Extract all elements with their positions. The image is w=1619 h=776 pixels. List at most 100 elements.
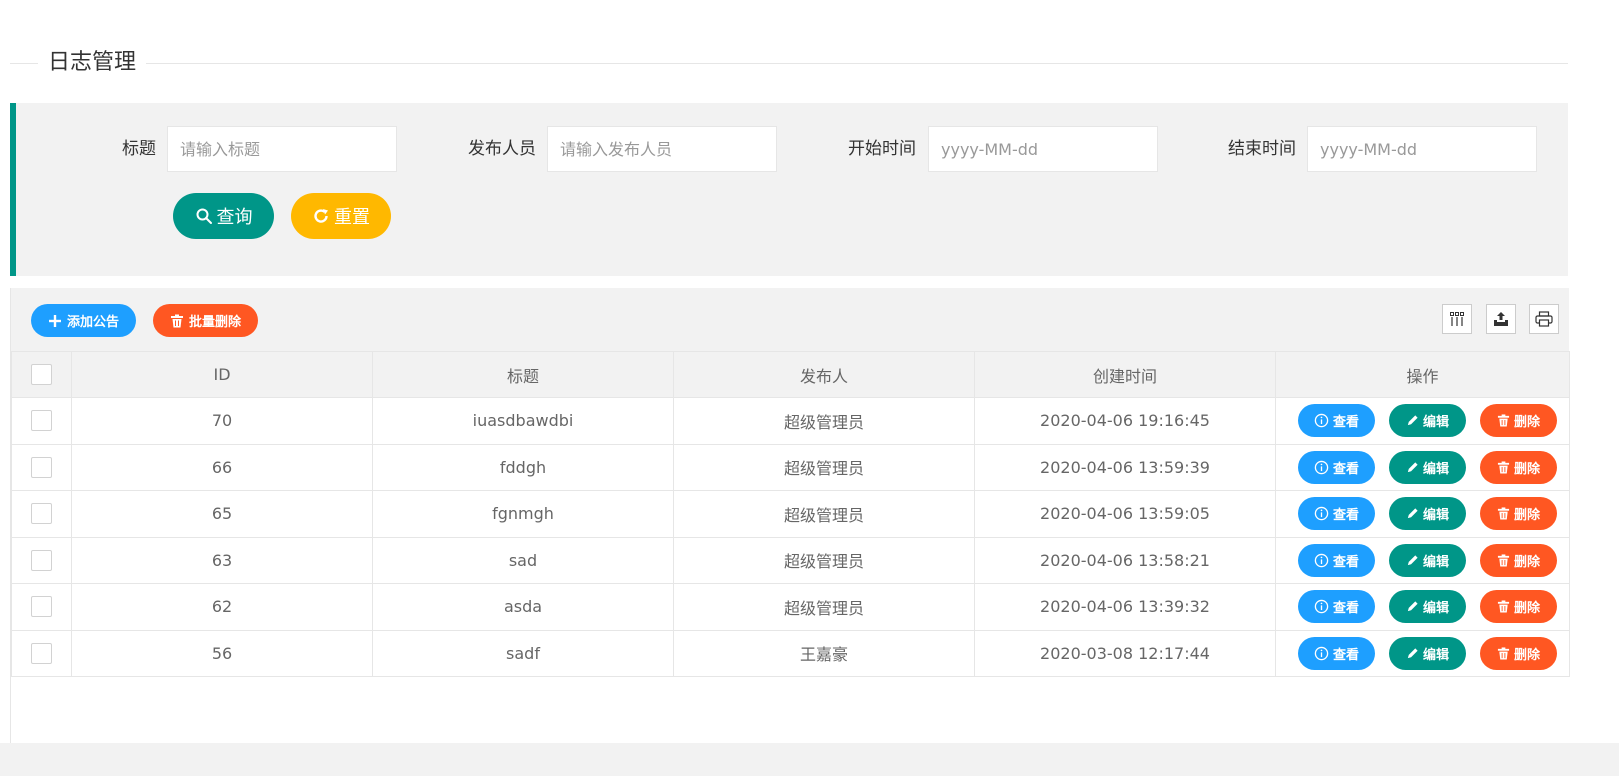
cell-publisher: 王嘉豪	[673, 629, 975, 677]
plus-icon	[48, 314, 61, 327]
end-time-input[interactable]	[1307, 126, 1537, 172]
edit-button[interactable]: 编辑	[1389, 636, 1466, 670]
table-toolbar: 添加公告 批量删除	[11, 288, 1569, 351]
batch-delete-button[interactable]: 批量删除	[153, 304, 258, 337]
view-label: 查看	[1332, 461, 1359, 477]
delete-button[interactable]: 删除	[1480, 590, 1557, 624]
delete-label: 删除	[1513, 461, 1540, 477]
edit-label: 编辑	[1422, 601, 1449, 617]
view-button[interactable]: 查看	[1298, 450, 1375, 484]
view-button[interactable]: 查看	[1298, 404, 1375, 438]
view-label: 查看	[1332, 415, 1359, 431]
trash-icon	[1497, 554, 1510, 567]
edit-label: 编辑	[1422, 647, 1449, 663]
row-select-cell	[11, 490, 72, 538]
header-publisher: 发布人	[673, 351, 975, 398]
query-button[interactable]: 查询	[173, 193, 274, 239]
row-checkbox[interactable]	[31, 410, 52, 432]
cell-created: 2020-04-06 19:16:45	[974, 397, 1276, 445]
cell-actions: 查看 编辑 删除	[1275, 583, 1570, 631]
reset-button[interactable]: 重置	[291, 193, 391, 239]
delete-button[interactable]: 删除	[1480, 404, 1557, 438]
cell-actions: 查看 编辑 删除	[1275, 397, 1570, 445]
page-title: 日志管理	[38, 44, 147, 82]
delete-button[interactable]: 删除	[1480, 636, 1557, 670]
row-select-cell	[11, 443, 72, 491]
search-form: 标题 发布人员 开始时间 结束时间 查询 重置	[10, 103, 1568, 276]
pencil-icon	[1407, 415, 1418, 426]
start-time-label: 开始时间	[848, 139, 916, 159]
delete-button[interactable]: 删除	[1480, 450, 1557, 484]
table-row: 66 fddgh 超级管理员 2020-04-06 13:59:39 查看 编辑 删除	[11, 443, 1570, 491]
trash-icon	[1497, 647, 1510, 660]
row-checkbox[interactable]	[31, 503, 52, 525]
cell-publisher: 超级管理员	[673, 443, 975, 491]
cell-id: 56	[71, 629, 373, 677]
pencil-icon	[1407, 601, 1418, 612]
view-button[interactable]: 查看	[1298, 543, 1375, 577]
refresh-icon	[314, 209, 328, 223]
cell-publisher: 超级管理员	[673, 536, 975, 584]
cell-created: 2020-04-06 13:39:32	[974, 583, 1276, 631]
cell-title: fddgh	[372, 443, 674, 491]
row-checkbox[interactable]	[31, 549, 52, 571]
view-button[interactable]: 查看	[1298, 497, 1375, 531]
batch-delete-label: 批量删除	[188, 315, 241, 330]
add-notice-button[interactable]: 添加公告	[31, 304, 136, 337]
edit-button[interactable]: 编辑	[1389, 450, 1466, 484]
trash-icon	[1497, 600, 1510, 613]
export-icon[interactable]	[1486, 304, 1516, 334]
cell-actions: 查看 编辑 删除	[1275, 490, 1570, 538]
edit-button[interactable]: 编辑	[1389, 497, 1466, 531]
publisher-label: 发布人员	[468, 139, 536, 159]
reset-button-label: 重置	[334, 207, 370, 228]
info-icon	[1314, 414, 1329, 428]
delete-label: 删除	[1513, 647, 1540, 663]
delete-label: 删除	[1513, 415, 1540, 431]
start-time-input[interactable]	[928, 126, 1158, 172]
delete-button[interactable]: 删除	[1480, 497, 1557, 531]
cell-title: fgnmgh	[372, 490, 674, 538]
select-all-checkbox[interactable]	[31, 364, 52, 385]
table-row: 70 iuasdbawdbi 超级管理员 2020-04-06 19:16:45 查看 编…	[11, 397, 1570, 445]
row-select-cell	[11, 583, 72, 631]
cell-actions: 查看 编辑 删除	[1275, 536, 1570, 584]
row-select-cell	[11, 536, 72, 584]
cell-publisher: 超级管理员	[673, 490, 975, 538]
edit-label: 编辑	[1422, 508, 1449, 524]
pencil-icon	[1407, 648, 1418, 658]
edit-button[interactable]: 编辑	[1389, 590, 1466, 624]
columns-icon[interactable]	[1442, 304, 1472, 334]
cell-actions: 查看 编辑 删除	[1275, 443, 1570, 491]
bottom-bar	[0, 743, 1619, 776]
cell-created: 2020-04-06 13:58:21	[974, 536, 1276, 584]
view-button[interactable]: 查看	[1298, 590, 1375, 624]
delete-button[interactable]: 删除	[1480, 543, 1557, 577]
cell-id: 65	[71, 490, 373, 538]
view-button[interactable]: 查看	[1298, 636, 1375, 670]
view-label: 查看	[1332, 554, 1359, 570]
print-icon[interactable]	[1529, 304, 1559, 334]
notice-table: ID 标题 发布人 创建时间 操作 70 iuasdbawdbi 超级管理员 2020…	[11, 351, 1570, 677]
edit-button[interactable]: 编辑	[1389, 543, 1466, 577]
title-input[interactable]	[167, 126, 397, 172]
table-row: 62 asda 超级管理员 2020-04-06 13:39:32 查看 编辑 删除	[11, 583, 1570, 631]
select-all-cell	[11, 351, 72, 398]
header-id: ID	[71, 351, 373, 398]
row-checkbox[interactable]	[31, 642, 52, 664]
publisher-input[interactable]	[547, 126, 777, 172]
row-select-cell	[11, 397, 72, 445]
table-row: 65 fgnmgh 超级管理员 2020-04-06 13:59:05 查看 编辑 删除	[11, 490, 1570, 538]
delete-label: 删除	[1513, 508, 1540, 524]
edit-button[interactable]: 编辑	[1389, 404, 1466, 438]
cell-id: 66	[71, 443, 373, 491]
trash-icon	[1497, 461, 1510, 474]
cell-publisher: 超级管理员	[673, 397, 975, 445]
row-checkbox[interactable]	[31, 456, 52, 478]
table-header-row: ID 标题 发布人 创建时间 操作	[11, 351, 1570, 398]
row-checkbox[interactable]	[31, 596, 52, 618]
cell-id: 62	[71, 583, 373, 631]
pencil-icon	[1407, 555, 1418, 565]
cell-created: 2020-03-08 12:17:44	[974, 629, 1276, 677]
row-select-cell	[11, 629, 72, 677]
